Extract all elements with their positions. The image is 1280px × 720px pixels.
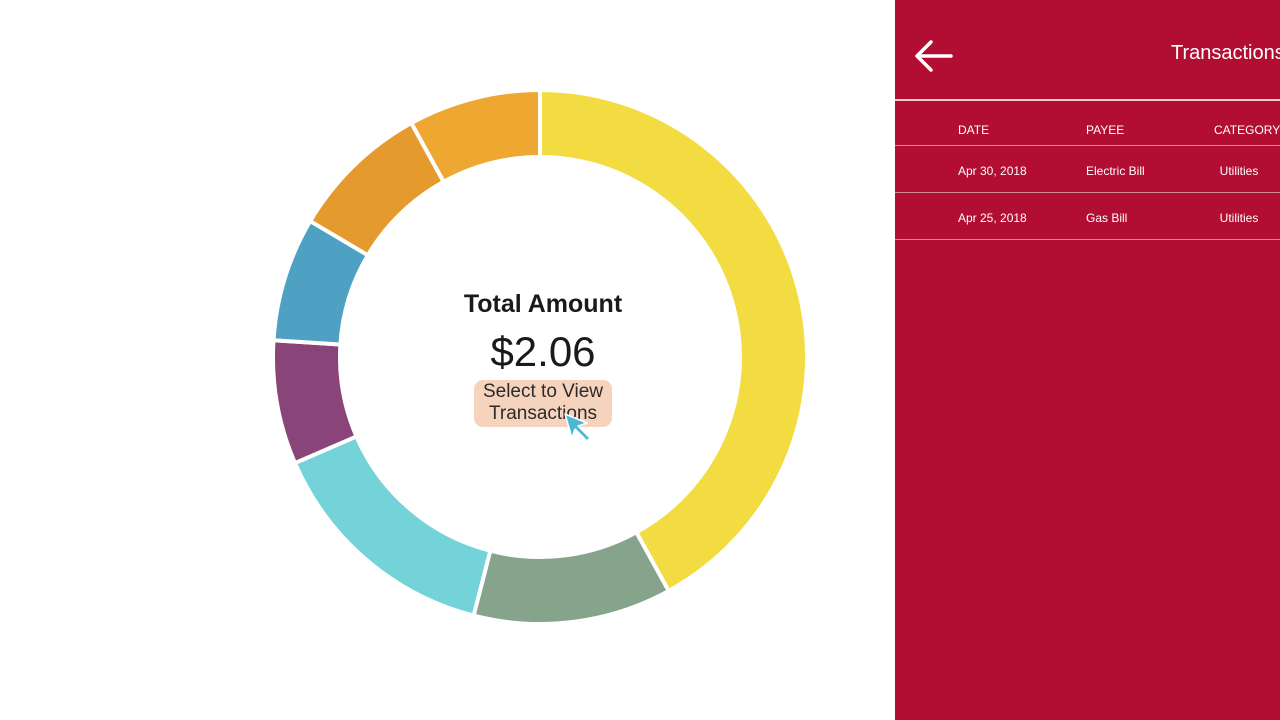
transactions-table: DATE PAYEE CATEGORY Apr 30, 2018 Electri…	[895, 101, 1280, 240]
donut-segment-3[interactable]	[292, 434, 493, 618]
back-arrow-icon[interactable]	[913, 38, 953, 74]
table-row[interactable]: Apr 25, 2018 Gas Bill Utilities	[895, 193, 1280, 240]
chart-center-summary: Total Amount $2.06 Select to View Transa…	[343, 286, 743, 427]
app-screen: Total Amount $2.06 Select to View Transa…	[0, 0, 1280, 720]
row-category: Utilities	[1219, 211, 1259, 225]
row-date: Apr 30, 2018	[958, 164, 1027, 178]
donut-segment-2[interactable]	[471, 530, 671, 626]
column-header-category[interactable]: CATEGORY	[1214, 123, 1280, 137]
total-amount-label: Total Amount	[463, 290, 623, 318]
spending-chart-area: Total Amount $2.06 Select to View Transa…	[0, 0, 895, 720]
row-payee: Gas Bill	[1086, 211, 1128, 225]
column-header-payee[interactable]: PAYEE	[1086, 123, 1124, 137]
panel-header: Transactions	[895, 0, 1280, 101]
transactions-panel: Transactions DATE PAYEE CATEGORY Apr 30,…	[895, 0, 1280, 720]
column-header-date[interactable]: DATE	[958, 123, 989, 137]
pointer-cursor-icon	[564, 413, 591, 442]
total-amount-value: $2.06	[490, 328, 596, 375]
panel-title: Transactions	[1171, 42, 1280, 64]
row-category: Utilities	[1219, 164, 1259, 178]
row-date: Apr 25, 2018	[958, 211, 1027, 225]
table-header: DATE PAYEE CATEGORY	[895, 101, 1280, 146]
table-row[interactable]: Apr 30, 2018 Electric Bill Utilities	[895, 146, 1280, 193]
row-payee: Electric Bill	[1086, 164, 1145, 178]
